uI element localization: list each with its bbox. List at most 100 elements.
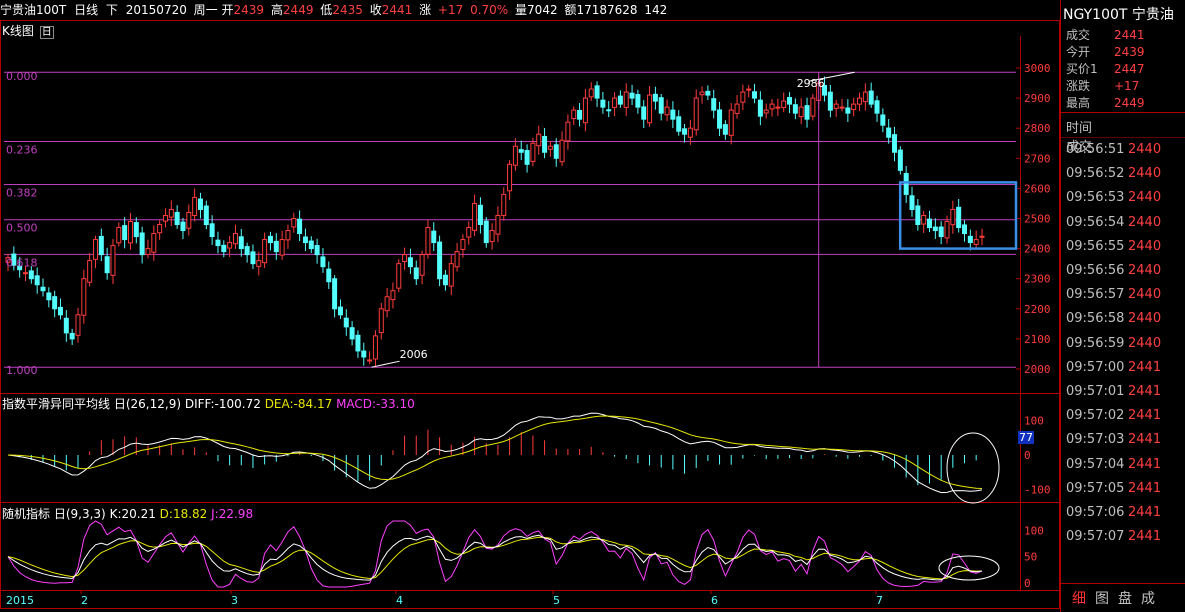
candle-body[interactable] [571,109,577,120]
candle-body[interactable] [600,99,606,108]
candle-body[interactable] [769,103,775,110]
candle-body[interactable] [699,91,705,96]
candle-body[interactable] [419,254,425,276]
candle-body[interactable] [267,235,273,244]
candle-body[interactable] [87,260,93,283]
candle-body[interactable] [320,256,326,268]
candle-body[interactable] [483,220,489,244]
candle-body[interactable] [979,235,985,238]
candle-body[interactable] [232,233,238,245]
candle-body[interactable] [932,226,938,232]
candle-body[interactable] [757,99,763,117]
candle-body[interactable] [116,227,122,244]
candle-body[interactable] [792,104,798,114]
candle-body[interactable] [845,107,851,114]
candle-body[interactable] [507,163,513,192]
candle-body[interactable] [804,105,810,120]
candle-body[interactable] [862,91,868,103]
candle-body[interactable] [133,222,139,238]
candle-body[interactable] [728,109,734,136]
candle-body[interactable] [40,286,46,292]
tab-orderbook[interactable]: 盘 [1118,588,1141,608]
kline-period-icon[interactable]: 日 [39,26,54,39]
candle-body[interactable] [798,106,804,118]
candle-body[interactable] [956,206,962,229]
candle-body[interactable] [437,241,443,280]
candle-body[interactable] [52,296,58,310]
candle-body[interactable] [839,106,845,109]
candle-body[interactable] [22,272,28,275]
candle-body[interactable] [682,128,688,135]
candle-body[interactable] [973,239,979,245]
candle-body[interactable] [46,292,52,301]
candle-body[interactable] [577,109,583,120]
candle-body[interactable] [559,139,565,163]
candle-body[interactable] [868,90,874,105]
candle-body[interactable] [501,193,507,217]
candle-body[interactable] [314,245,320,256]
candle-body[interactable] [693,97,699,131]
candle-body[interactable] [460,239,466,250]
candle-body[interactable] [122,225,128,241]
candle-body[interactable] [915,205,921,226]
candle-body[interactable] [495,214,501,235]
candle-body[interactable] [787,97,793,105]
candle-body[interactable] [145,248,151,255]
candle-body[interactable] [390,290,396,301]
candle-body[interactable] [641,106,647,120]
kdj-params[interactable]: 日(9,3,3) [54,507,106,521]
candle-body[interactable] [162,214,168,222]
candle-body[interactable] [752,91,758,99]
candle-body[interactable] [594,85,600,99]
macd-chart[interactable] [7,412,1000,504]
candle-body[interactable] [104,256,110,274]
candle-body[interactable] [273,240,279,253]
candle-body[interactable] [705,90,711,96]
candle-body[interactable] [349,327,355,340]
macd-params[interactable]: 日(26,12,9) [114,397,181,411]
candle-body[interactable] [606,109,612,112]
candle-body[interactable] [256,260,262,267]
candle-body[interactable] [302,236,308,244]
candle-body[interactable] [617,95,623,105]
candle-body[interactable] [524,150,530,165]
candle-body[interactable] [629,92,635,99]
candle-body[interactable] [396,263,402,289]
candle-body[interactable] [711,98,717,111]
candle-body[interactable] [238,236,244,250]
candle-body[interactable] [215,239,221,247]
candle-body[interactable] [250,251,256,265]
candle-body[interactable] [962,224,968,235]
candle-body[interactable] [623,91,629,108]
candle-body[interactable] [938,226,944,238]
candle-body[interactable] [402,254,408,262]
candle-body[interactable] [372,335,378,360]
candle-body[interactable] [944,221,950,239]
candle-body[interactable] [285,230,291,241]
candle-body[interactable] [186,211,192,229]
candle-body[interactable] [81,278,87,316]
candle-body[interactable] [139,232,145,256]
candle-body[interactable] [810,97,816,117]
candle-body[interactable] [635,94,641,108]
candle-body[interactable] [75,314,81,336]
candle-body[interactable] [892,134,898,153]
candle-body[interactable] [227,242,233,249]
candle-body[interactable] [909,195,915,210]
candle-body[interactable] [425,227,431,255]
candle-body[interactable] [734,103,740,114]
candle-body[interactable] [676,116,682,132]
candle-body[interactable] [244,246,250,256]
candle-body[interactable] [717,109,723,129]
candle-body[interactable] [332,278,338,310]
candle-body[interactable] [851,103,857,111]
candle-body[interactable] [28,270,34,280]
candle-body[interactable] [582,97,588,124]
tab-detail[interactable]: 细 [1072,588,1095,608]
candle-body[interactable] [927,218,933,229]
candle-body[interactable] [297,218,303,235]
candle-body[interactable] [63,317,69,334]
candle-body[interactable] [69,332,75,340]
candle-body[interactable] [565,121,571,142]
candle-body[interactable] [110,245,116,276]
